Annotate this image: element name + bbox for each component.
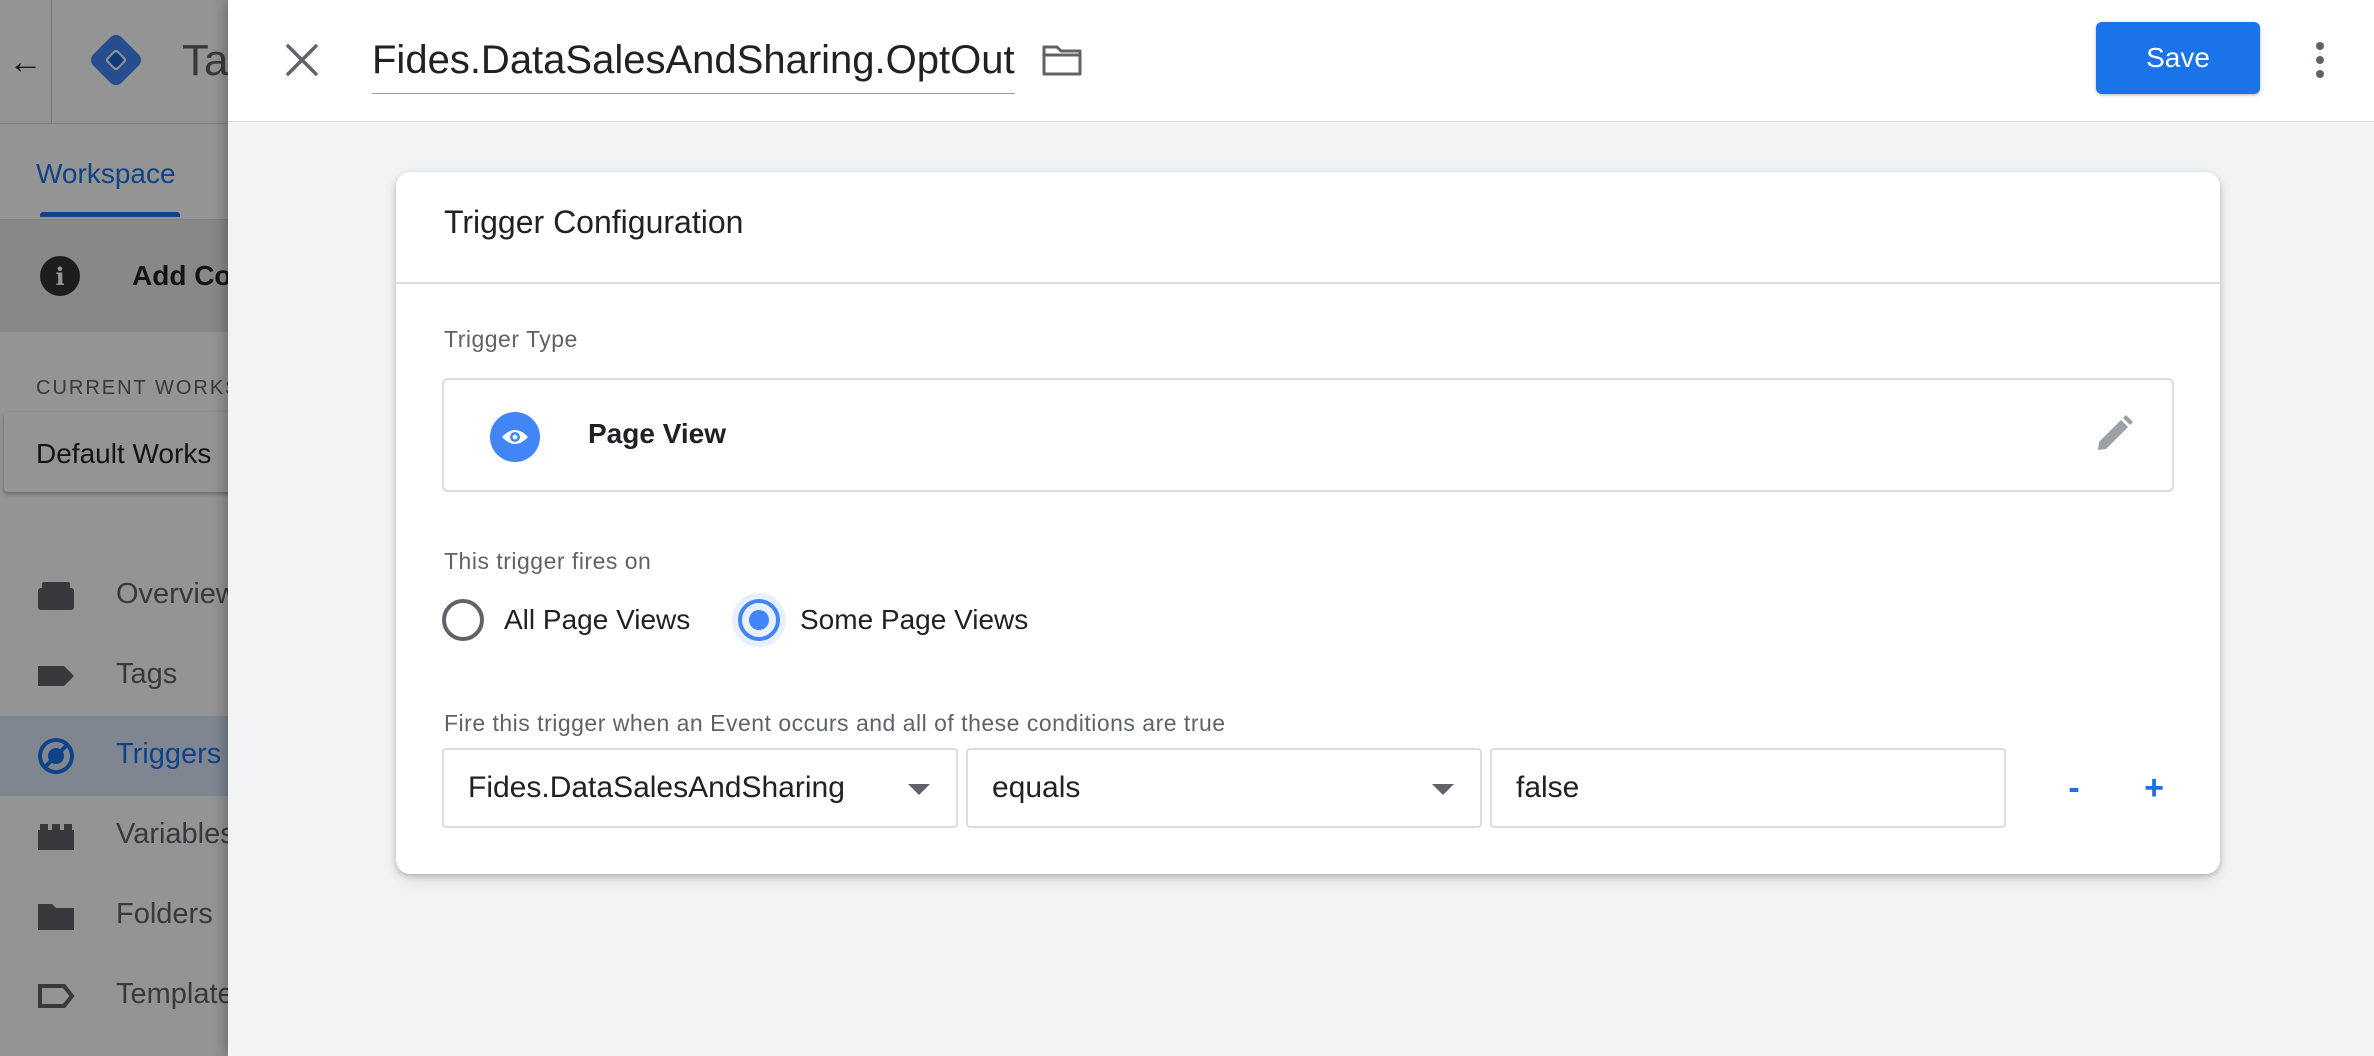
dropdown-arrow-icon <box>908 784 930 795</box>
close-button[interactable] <box>272 30 332 90</box>
add-condition-button[interactable]: + <box>2126 758 2182 818</box>
close-icon <box>286 44 318 76</box>
more-vert-icon <box>2316 42 2324 50</box>
condition-value-input[interactable]: false <box>1490 748 2006 828</box>
dropdown-arrow-icon <box>1432 784 1454 795</box>
card-title: Trigger Configuration <box>444 204 744 240</box>
sheet-header: Fides.DataSalesAndSharing.OptOut Save <box>228 0 2374 122</box>
condition-value-text: false <box>1516 771 1580 804</box>
card-divider <box>396 282 2220 284</box>
edit-pencil-icon[interactable] <box>2090 410 2138 458</box>
radio-label: Some Page Views <box>800 604 1029 635</box>
modal-scrim[interactable] <box>0 0 228 1056</box>
trigger-type-name: Page View <box>588 418 727 449</box>
trigger-name-field[interactable]: Fides.DataSalesAndSharing.OptOut <box>372 30 1015 94</box>
trigger-name-text: Fides.DataSalesAndSharing.OptOut <box>372 38 1015 82</box>
radio-some-page-views[interactable]: Some Page Views <box>738 592 1028 648</box>
remove-condition-button[interactable]: - <box>2046 758 2102 818</box>
trigger-type-selector[interactable]: Page View <box>442 378 2174 492</box>
radio-checked-icon <box>738 599 780 641</box>
folder-icon <box>1042 45 1082 76</box>
radio-all-page-views[interactable]: All Page Views <box>442 592 690 648</box>
trigger-editor-sheet: Fides.DataSalesAndSharing.OptOut Save Tr… <box>228 0 2374 1056</box>
save-button[interactable]: Save <box>2096 22 2260 94</box>
radio-label: All Page Views <box>504 604 691 635</box>
trigger-type-label: Trigger Type <box>444 326 578 352</box>
condition-operator-select[interactable]: equals <box>966 748 1482 828</box>
condition-variable-value: Fides.DataSalesAndSharing <box>468 771 845 804</box>
eye-icon <box>490 412 540 462</box>
condition-operator-value: equals <box>992 771 1081 804</box>
fires-on-label: This trigger fires on <box>444 548 652 574</box>
trigger-configuration-card: Trigger Configuration Trigger Type Page … <box>396 172 2220 874</box>
radio-unchecked-icon <box>442 599 484 641</box>
condition-variable-select[interactable]: Fides.DataSalesAndSharing <box>442 748 958 828</box>
more-options-button[interactable] <box>2308 34 2332 86</box>
condition-label: Fire this trigger when an Event occurs a… <box>444 710 1226 736</box>
folder-button[interactable] <box>1038 38 1086 82</box>
